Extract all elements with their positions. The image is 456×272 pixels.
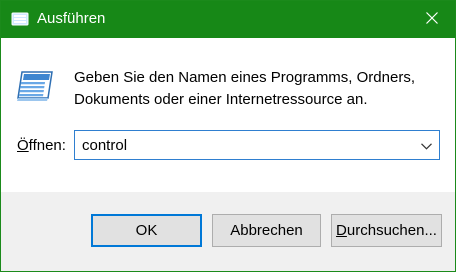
open-label: Öffnen: [17, 137, 66, 154]
cancel-button-label: Abbrechen [230, 222, 303, 239]
window-title: Ausführen [37, 10, 106, 27]
chevron-down-icon [420, 137, 432, 154]
ok-button-label: OK [135, 222, 158, 239]
run-program-icon [14, 68, 56, 104]
dialog-content: Geben Sie den Namen eines Programms, Ord… [1, 38, 455, 192]
title-bar[interactable]: Ausführen [1, 1, 455, 38]
cancel-button[interactable]: Abbrechen [212, 214, 321, 247]
dropdown-button[interactable] [415, 132, 437, 158]
ok-button[interactable]: OK [91, 214, 202, 247]
browse-accelerator: D [336, 222, 347, 239]
browse-button[interactable]: Durchsuchen... [331, 214, 442, 247]
run-dialog: Ausführen Geben Sie den Namen eines Prog… [0, 0, 456, 272]
dialog-description: Geben Sie den Namen eines Programms, Ord… [74, 69, 415, 108]
close-button[interactable] [409, 1, 455, 38]
run-dialog-icon [11, 11, 29, 27]
close-icon [426, 11, 438, 28]
browse-button-label: Durchsuchen... [336, 222, 437, 239]
button-bar: OK Abbrechen Durchsuchen... [1, 192, 455, 271]
open-label-text: ffnen: [28, 137, 66, 154]
open-combobox[interactable] [74, 130, 440, 160]
open-input[interactable] [82, 131, 402, 159]
open-label-accelerator: Ö [17, 137, 29, 154]
browse-label-text: urchsuchen... [346, 222, 437, 239]
